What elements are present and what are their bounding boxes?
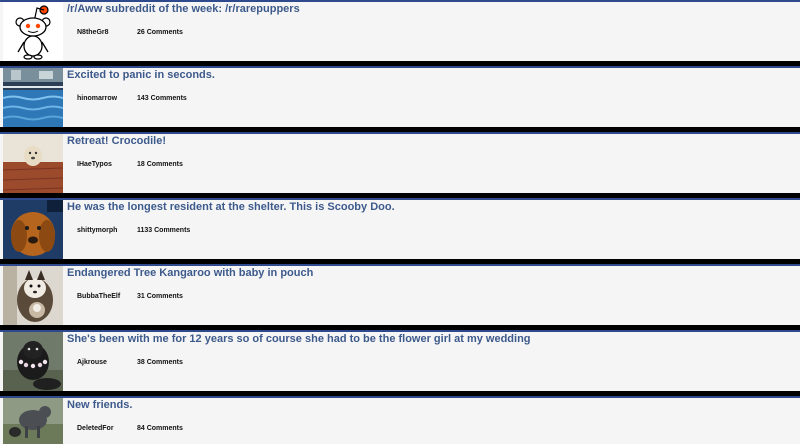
black-dog-flowers-photo [3, 332, 63, 391]
thumbnail[interactable] [3, 2, 63, 61]
dogs-yard-photo [3, 398, 63, 444]
comments-link[interactable]: 1133 Comments [137, 227, 190, 234]
comments-link[interactable]: 84 Comments [137, 425, 183, 432]
post-meta: BubbaTheElf 31 Comments [67, 293, 800, 300]
comments-link[interactable]: 18 Comments [137, 161, 183, 168]
post-item[interactable]: Endangered Tree Kangaroo with baby in po… [0, 264, 800, 330]
post-item[interactable]: He was the longest resident at the shelt… [0, 198, 800, 264]
thumbnail[interactable] [3, 68, 63, 127]
post-meta: shittymorph 1133 Comments [67, 227, 800, 234]
thumbnail[interactable] [3, 266, 63, 325]
post-meta: N8theGr8 26 Comments [67, 29, 800, 36]
post-author[interactable]: N8theGr8 [77, 29, 127, 36]
post-feed: /r/Aww subreddit of the week: /r/rarepup… [0, 0, 800, 444]
post-title[interactable]: New friends. [67, 398, 800, 412]
post-title[interactable]: Endangered Tree Kangaroo with baby in po… [67, 266, 800, 280]
bloodhound-photo [3, 200, 63, 259]
post-title[interactable]: Excited to panic in seconds. [67, 68, 800, 82]
post-author[interactable]: hinomarrow [77, 95, 127, 102]
thumbnail[interactable] [3, 398, 63, 444]
post-item[interactable]: She's been with me for 12 years so of co… [0, 330, 800, 396]
post-author[interactable]: DeletedFor [77, 425, 127, 432]
post-meta: hinomarrow 143 Comments [67, 95, 800, 102]
post-author[interactable]: BubbaTheElf [77, 293, 127, 300]
reddit-alien-icon [3, 2, 63, 61]
thumbnail[interactable] [3, 332, 63, 391]
comments-link[interactable]: 31 Comments [137, 293, 183, 300]
tree-kangaroo-photo [3, 266, 63, 325]
post-item[interactable]: Retreat! Crocodile! IHaeTypos 18 Comment… [0, 132, 800, 198]
comments-link[interactable]: 38 Comments [137, 359, 183, 366]
post-author[interactable]: IHaeTypos [77, 161, 127, 168]
pool-photo [3, 68, 63, 127]
thumbnail[interactable] [3, 200, 63, 259]
post-title[interactable]: She's been with me for 12 years so of co… [67, 332, 800, 346]
post-author[interactable]: Ajkrouse [77, 359, 127, 366]
post-title[interactable]: He was the longest resident at the shelt… [67, 200, 800, 214]
dog-hallway-photo [3, 134, 63, 193]
post-item[interactable]: /r/Aww subreddit of the week: /r/rarepup… [0, 0, 800, 66]
thumbnail[interactable] [3, 134, 63, 193]
post-item[interactable]: New friends. DeletedFor 84 Comments [0, 396, 800, 444]
comments-link[interactable]: 143 Comments [137, 95, 187, 102]
post-title[interactable]: /r/Aww subreddit of the week: /r/rarepup… [67, 2, 800, 16]
comments-link[interactable]: 26 Comments [137, 29, 183, 36]
post-author[interactable]: shittymorph [77, 227, 127, 234]
post-meta: IHaeTypos 18 Comments [67, 161, 800, 168]
post-item[interactable]: Excited to panic in seconds. hinomarrow … [0, 66, 800, 132]
post-meta: DeletedFor 84 Comments [67, 425, 800, 432]
post-title[interactable]: Retreat! Crocodile! [67, 134, 800, 148]
post-meta: Ajkrouse 38 Comments [67, 359, 800, 366]
